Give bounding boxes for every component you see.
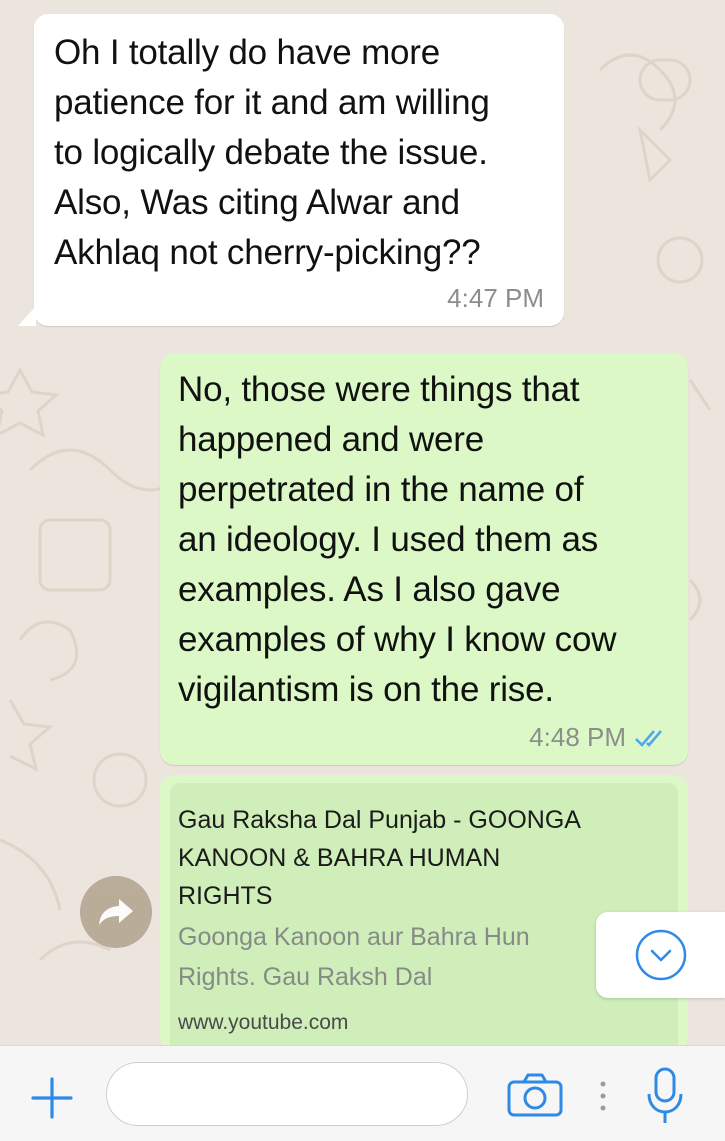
message-input-field[interactable] [106,1062,468,1126]
message-timestamp: 4:48 PM [529,722,626,752]
scroll-to-bottom-button[interactable] [596,912,725,998]
double-check-icon [634,728,668,748]
chevron-down-icon [635,929,686,981]
forward-arrow-icon [99,899,133,925]
message-meta: 4:47 PM [447,283,544,314]
forward-button[interactable] [80,876,152,948]
message-timestamp: 4:47 PM [447,283,544,313]
message-line: No, those were things that [178,370,580,409]
outgoing-message-text: No, those were things that happened and … [178,365,662,715]
message-line: vigilantism is on the rise. [178,670,554,709]
message-line: Also, Was citing Alwar and [54,183,460,222]
incoming-message-text: Oh I totally do have more patience for i… [54,28,542,278]
link-preview-title: Gau Raksha Dal Punjab - GOONGA KANOON & … [178,801,670,915]
message-line: examples of why I know cow [178,620,617,659]
divider-dots [600,1078,606,1119]
message-line: Oh I totally do have more [54,33,441,72]
message-line: an ideology. I used them as [178,520,599,559]
microphone-button[interactable] [645,1066,685,1131]
camera-button[interactable] [506,1072,564,1123]
link-preview-domain: www.youtube.com [178,1011,349,1034]
message-line: examples. As I also gave [178,570,561,609]
message-line: happened and were [178,420,485,459]
message-line: Akhlaq not cherry-picking?? [54,233,481,272]
incoming-message-bubble[interactable]: Oh I totally do have more patience for i… [18,14,564,326]
link-desc-line: Rights. Gau Raksh Dal [178,963,433,991]
message-line: perpetrated in the name of [178,470,584,509]
camera-icon [507,1073,563,1117]
message-meta: 4:48 PM [529,722,668,753]
outgoing-message-bubble[interactable]: No, those were things that happened and … [160,353,688,765]
link-title-line: Gau Raksha Dal Punjab - GOONGA [178,806,581,834]
link-desc-line: Goonga Kanoon aur Bahra Hun [178,923,530,951]
attach-button[interactable] [29,1075,75,1126]
message-line: to logically debate the issue. [54,133,488,172]
bubble-tail [18,306,36,326]
link-title-line: RIGHTS [178,882,273,910]
microphone-icon [647,1067,683,1123]
plus-icon [31,1077,73,1119]
link-title-line: KANOON & BAHRA HUMAN [178,844,501,872]
message-line: patience for it and am willing [54,83,490,122]
